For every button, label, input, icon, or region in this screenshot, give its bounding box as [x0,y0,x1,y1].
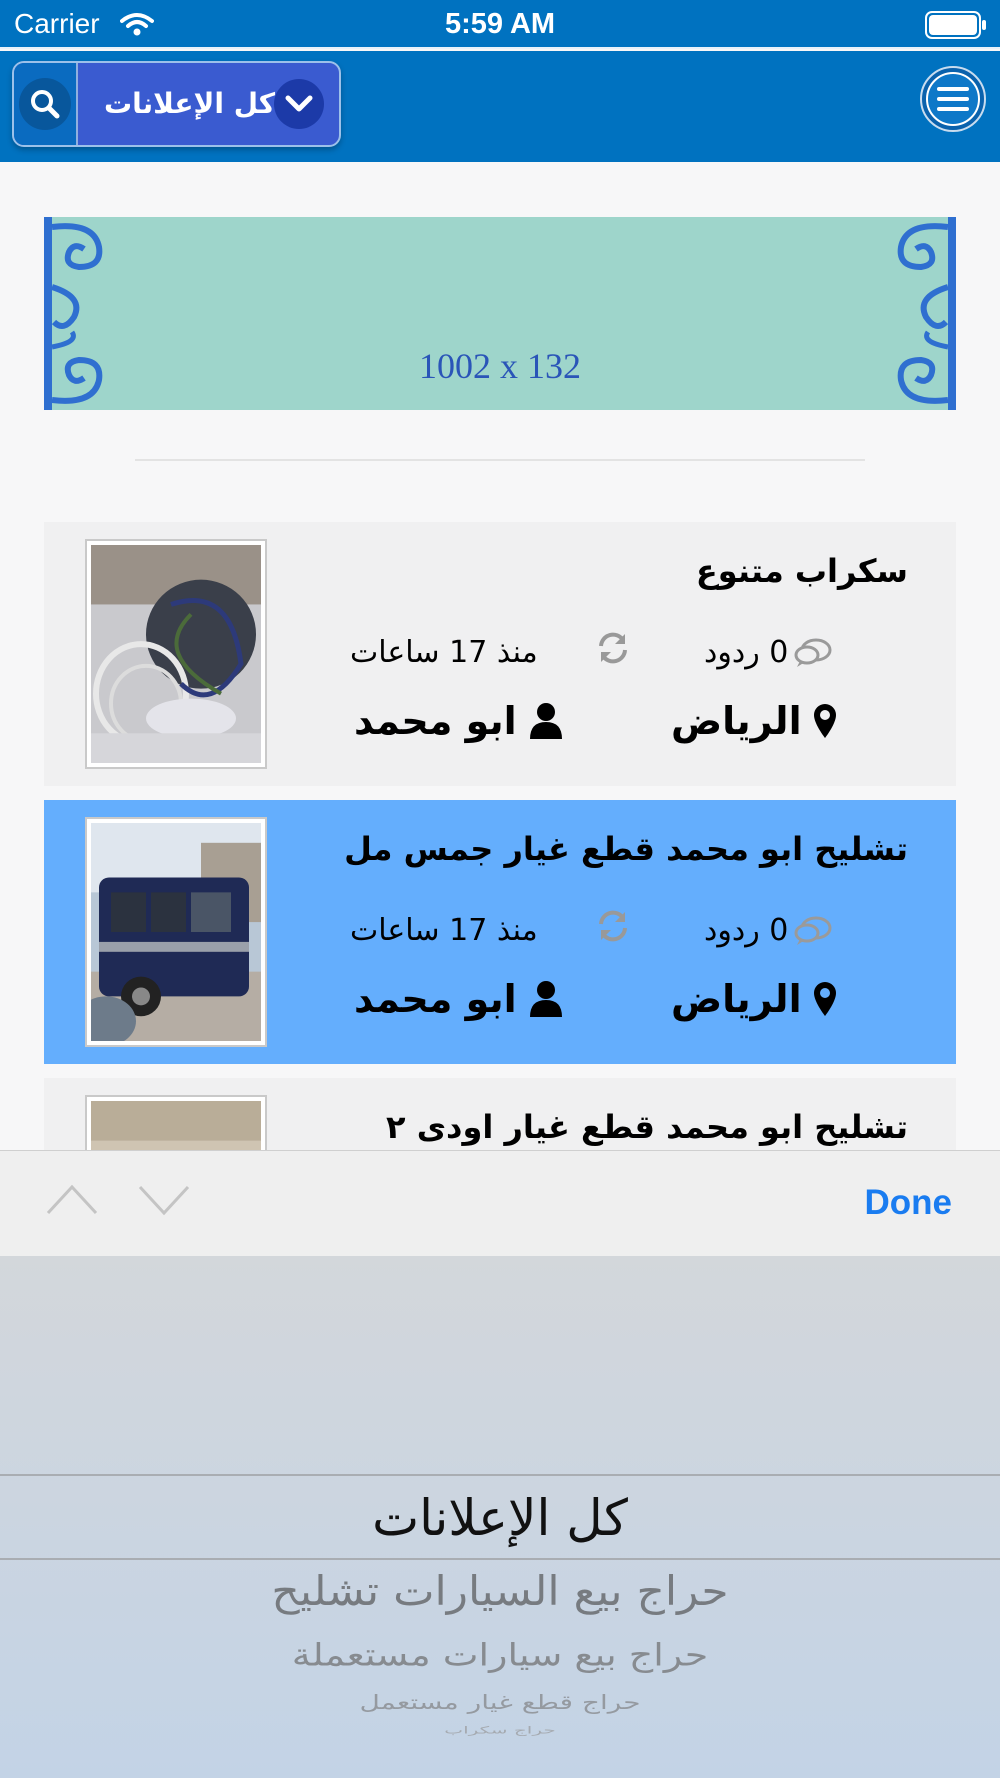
map-marker-icon [813,704,836,738]
status-bar: Carrier 5:59 AM [0,0,1000,49]
refresh-icon [599,910,627,942]
location: الرياض [671,977,838,1021]
author-label: ابو محمد [354,699,517,743]
picker-selection-top-line [0,1474,1000,1476]
time-ago: منذ 17 ساعات [350,635,538,670]
car-parts-image [91,1101,261,1150]
battery-icon [925,11,986,39]
picker-option[interactable]: حراج سكراب [0,1724,1000,1736]
status-time: 5:59 AM [444,8,556,40]
category-filter[interactable]: كل الإعلانات [12,61,341,147]
listing-row[interactable]: تشليح ابو محمد قطع غيار جمس مل 0 ردود من… [44,800,956,1064]
location: الرياض [671,699,838,743]
banner-size-label: 1002 x 132 [419,346,581,386]
nav-bar: كل الإعلانات [0,51,1000,162]
author: ابو محمد [354,977,563,1021]
comments-icon [794,916,832,945]
chevron-up-icon[interactable] [45,1183,99,1217]
ad-banner[interactable]: 1002 x 132 [44,217,956,410]
listing-thumbnail [85,1095,267,1150]
replies-label: 0 ردود [704,635,789,670]
user-icon [529,981,562,1017]
scrap-cables-image [91,545,261,763]
listing-row[interactable]: سكراب متنوع 0 ردود منذ 17 ساعات الرياض ا… [44,522,956,786]
replies-label: 0 ردود [704,913,789,948]
chevron-down-icon[interactable] [274,79,324,129]
picker-option[interactable]: حراج بيع سيارات مستعملة [0,1637,1000,1673]
author-label: ابو محمد [354,977,517,1021]
picker-option[interactable]: حراج قطع غيار مستعمل [0,1691,1000,1714]
comments-icon [794,638,832,667]
refresh-icon [599,632,627,664]
menu-button[interactable] [920,66,986,132]
picker-option-selected[interactable]: كل الإعلانات [0,1489,1000,1547]
time-ago: منذ 17 ساعات [350,913,538,948]
replies-count: 0 ردود [704,635,832,670]
picker-selection-bottom-line [0,1558,1000,1560]
map-marker-icon [813,982,836,1016]
listing-row[interactable]: تشليح ابو محمد قطع غيار اودى ٢ [44,1078,956,1150]
category-picker[interactable]: كل الإعلانات حراج بيع السيارات تشليح حرا… [0,1256,1000,1778]
search-icon [19,78,71,130]
listing-thumbnail [85,539,267,769]
done-button[interactable]: Done [865,1183,953,1223]
picker-toolbar: Done [0,1150,1000,1256]
replies-count: 0 ردود [704,913,832,948]
listing-thumbnail [76,817,267,1047]
author: ابو محمد [354,699,563,743]
listing-title: تشليح ابو محمد قطع غيار اودى ٢ [386,1108,908,1146]
hamburger-icon [926,72,980,126]
divider [135,459,865,461]
listing-title: سكراب متنوع [695,552,908,590]
location-label: الرياض [671,699,802,743]
suv-image [76,823,261,1046]
chevron-down-icon[interactable] [137,1183,191,1217]
search-button[interactable] [14,63,78,145]
location-label: الرياض [671,977,802,1021]
picker-option[interactable]: حراج بيع السيارات تشليح [0,1568,1000,1615]
listing-title: تشليح ابو محمد قطع غيار جمس مل [344,830,908,868]
user-icon [529,703,562,739]
filter-label: كل الإعلانات [104,87,276,120]
